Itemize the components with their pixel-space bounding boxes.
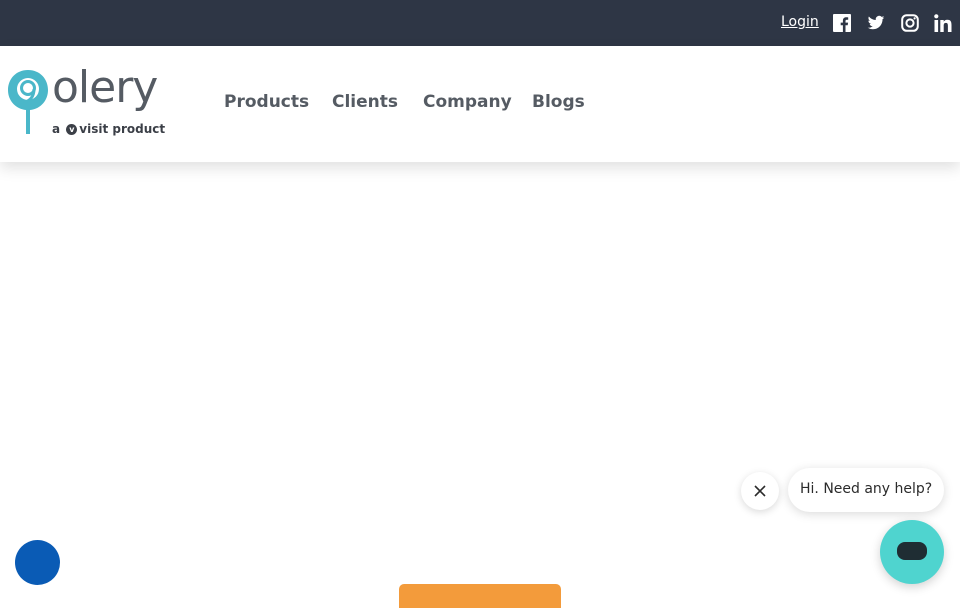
brand-tagline: a v visit product (52, 122, 165, 136)
top-bar: Login (0, 0, 960, 46)
nav-products[interactable]: Products (224, 92, 309, 112)
site-header: olery a v visit product Products Clients … (0, 46, 960, 162)
tagline-suffix: visit product (79, 122, 166, 136)
cta-button[interactable] (399, 584, 561, 608)
brand-wordmark: olery (52, 62, 158, 113)
chat-greeting-text: Hi. Need any help? (800, 481, 933, 497)
accessibility-button[interactable] (15, 540, 60, 585)
nav-clients[interactable]: Clients (332, 92, 398, 112)
login-link[interactable]: Login (781, 14, 819, 30)
chat-launcher-button[interactable] (880, 520, 944, 584)
olery-logo[interactable]: olery a v visit product (6, 62, 191, 140)
chat-greeting-bubble[interactable]: Hi. Need any help? (788, 468, 944, 512)
chat-icon (897, 542, 927, 560)
close-icon (754, 485, 766, 497)
linkedin-icon[interactable] (934, 14, 952, 32)
visit-logo-icon: v (66, 124, 78, 135)
nav-blogs[interactable]: Blogs (532, 92, 585, 112)
tagline-prefix: a (52, 122, 61, 136)
chat-close-button[interactable] (741, 472, 779, 510)
facebook-icon[interactable] (833, 14, 851, 32)
nav-company[interactable]: Company (423, 92, 512, 112)
instagram-icon[interactable] (901, 14, 919, 32)
map-pin-logo-icon (8, 70, 48, 134)
twitter-icon[interactable] (867, 14, 885, 32)
